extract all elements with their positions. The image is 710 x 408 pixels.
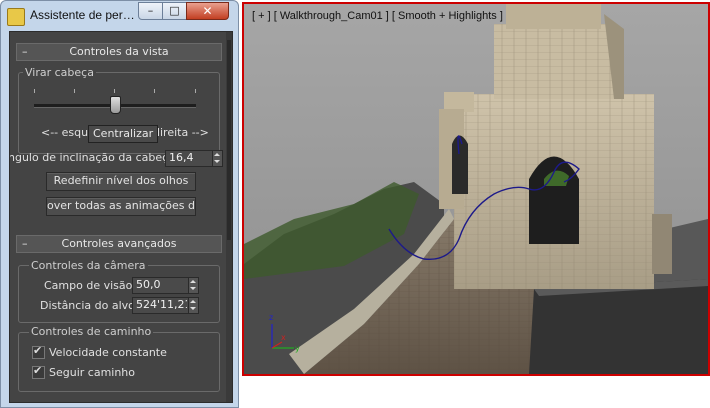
close-button[interactable]: ✕ (186, 2, 229, 20)
tilt-angle-label: ngulo de inclinação da cabeça (9, 151, 175, 164)
app-icon (7, 8, 25, 26)
spinner-up-icon[interactable] (214, 153, 220, 156)
castle-scene-render[interactable] (244, 4, 708, 374)
axis-tripod-icon: z y x (269, 313, 300, 353)
title-bar[interactable]: Assistente de per… – □ ✕ (1, 1, 238, 31)
slider-tick (74, 89, 75, 93)
y-axis-label: y (295, 344, 300, 353)
fov-label: Campo de visão: (44, 279, 137, 292)
tower-top (506, 4, 601, 29)
target-distance-value[interactable]: 524'11,21 (136, 298, 187, 312)
rollout-panel: – Controles da vista Virar cabeça <-- es… (9, 31, 233, 403)
follow-path-label: Seguir caminho (49, 366, 136, 379)
turn-head-label: Virar cabeça (23, 66, 96, 79)
rollout-title: Controles da vista (69, 45, 169, 58)
z-axis-label: z (269, 313, 273, 322)
right-wall-segment (652, 214, 672, 274)
check-icon: ✔ (33, 364, 43, 377)
maximize-button[interactable]: □ (162, 2, 187, 20)
fov-value[interactable]: 50,0 (136, 278, 161, 292)
perspective-viewport[interactable]: [ + ] [ Walkthrough_Cam01 ] [ Smooth + H… (242, 2, 710, 376)
spinner-up-icon[interactable] (190, 280, 196, 283)
rollout-advanced-controls[interactable]: – Controles avançados (16, 235, 222, 253)
slider-tick (195, 89, 196, 93)
viewport-label[interactable]: [ + ] [ Walkthrough_Cam01 ] [ Smooth + H… (252, 10, 503, 22)
slider-tick (34, 89, 35, 93)
minimize-icon: – (147, 4, 154, 17)
path-controls-label: Controles de caminho (29, 325, 154, 338)
follow-path-checkbox[interactable]: ✔ (32, 364, 45, 379)
x-axis-label: x (281, 333, 286, 342)
reset-eye-level-button[interactable]: Redefinir nível dos olhos (46, 172, 196, 191)
main-archway (529, 156, 579, 244)
rollout-title: Controles avançados (61, 237, 177, 250)
side-archway (452, 135, 468, 194)
turn-right-label: direita --> (153, 126, 209, 139)
target-distance-label: Distância do alvo: (40, 299, 139, 312)
tilt-angle-spinner[interactable]: 16,4 (165, 150, 223, 167)
spinner-arrows[interactable] (188, 278, 198, 293)
slider-tick (114, 89, 115, 93)
close-icon: ✕ (202, 4, 213, 18)
spinner-up-icon[interactable] (190, 300, 196, 303)
spinner-arrows[interactable] (212, 151, 222, 166)
walkthrough-assistant-window: Assistente de per… – □ ✕ – Controles da … (0, 0, 239, 408)
spinner-arrows[interactable] (188, 298, 198, 313)
move-all-animations-button[interactable]: over todas as animações de cal (46, 197, 196, 216)
constant-speed-checkbox[interactable]: ✔ (32, 344, 45, 359)
minimize-button[interactable]: – (138, 2, 163, 20)
path-controls-group (18, 332, 220, 392)
center-tooltip: Centralizar (88, 125, 159, 143)
spinner-down-icon[interactable] (214, 160, 220, 163)
turn-head-slider-thumb[interactable] (109, 96, 121, 114)
constant-speed-label: Velocidade constante (49, 346, 167, 359)
window-title: Assistente de per… (30, 8, 134, 22)
turn-left-label: <-- esque (41, 126, 95, 139)
spinner-down-icon[interactable] (190, 287, 196, 290)
camera-controls-group (18, 265, 220, 323)
check-icon: ✔ (33, 344, 43, 357)
maximize-icon: □ (169, 4, 180, 17)
scrollbar-thumb[interactable] (227, 40, 231, 240)
brick-texture (494, 24, 614, 99)
camera-controls-label: Controles da câmera (29, 259, 148, 272)
slider-tick (154, 89, 155, 93)
panel-scrollbar[interactable] (226, 32, 232, 402)
rollout-view-controls[interactable]: – Controles da vista (16, 43, 222, 61)
fov-spinner[interactable]: 50,0 (132, 277, 199, 294)
tilt-angle-value[interactable]: 16,4 (169, 151, 194, 165)
spinner-down-icon[interactable] (190, 307, 196, 310)
target-distance-spinner[interactable]: 524'11,21 (132, 297, 199, 314)
x-axis (271, 341, 283, 349)
